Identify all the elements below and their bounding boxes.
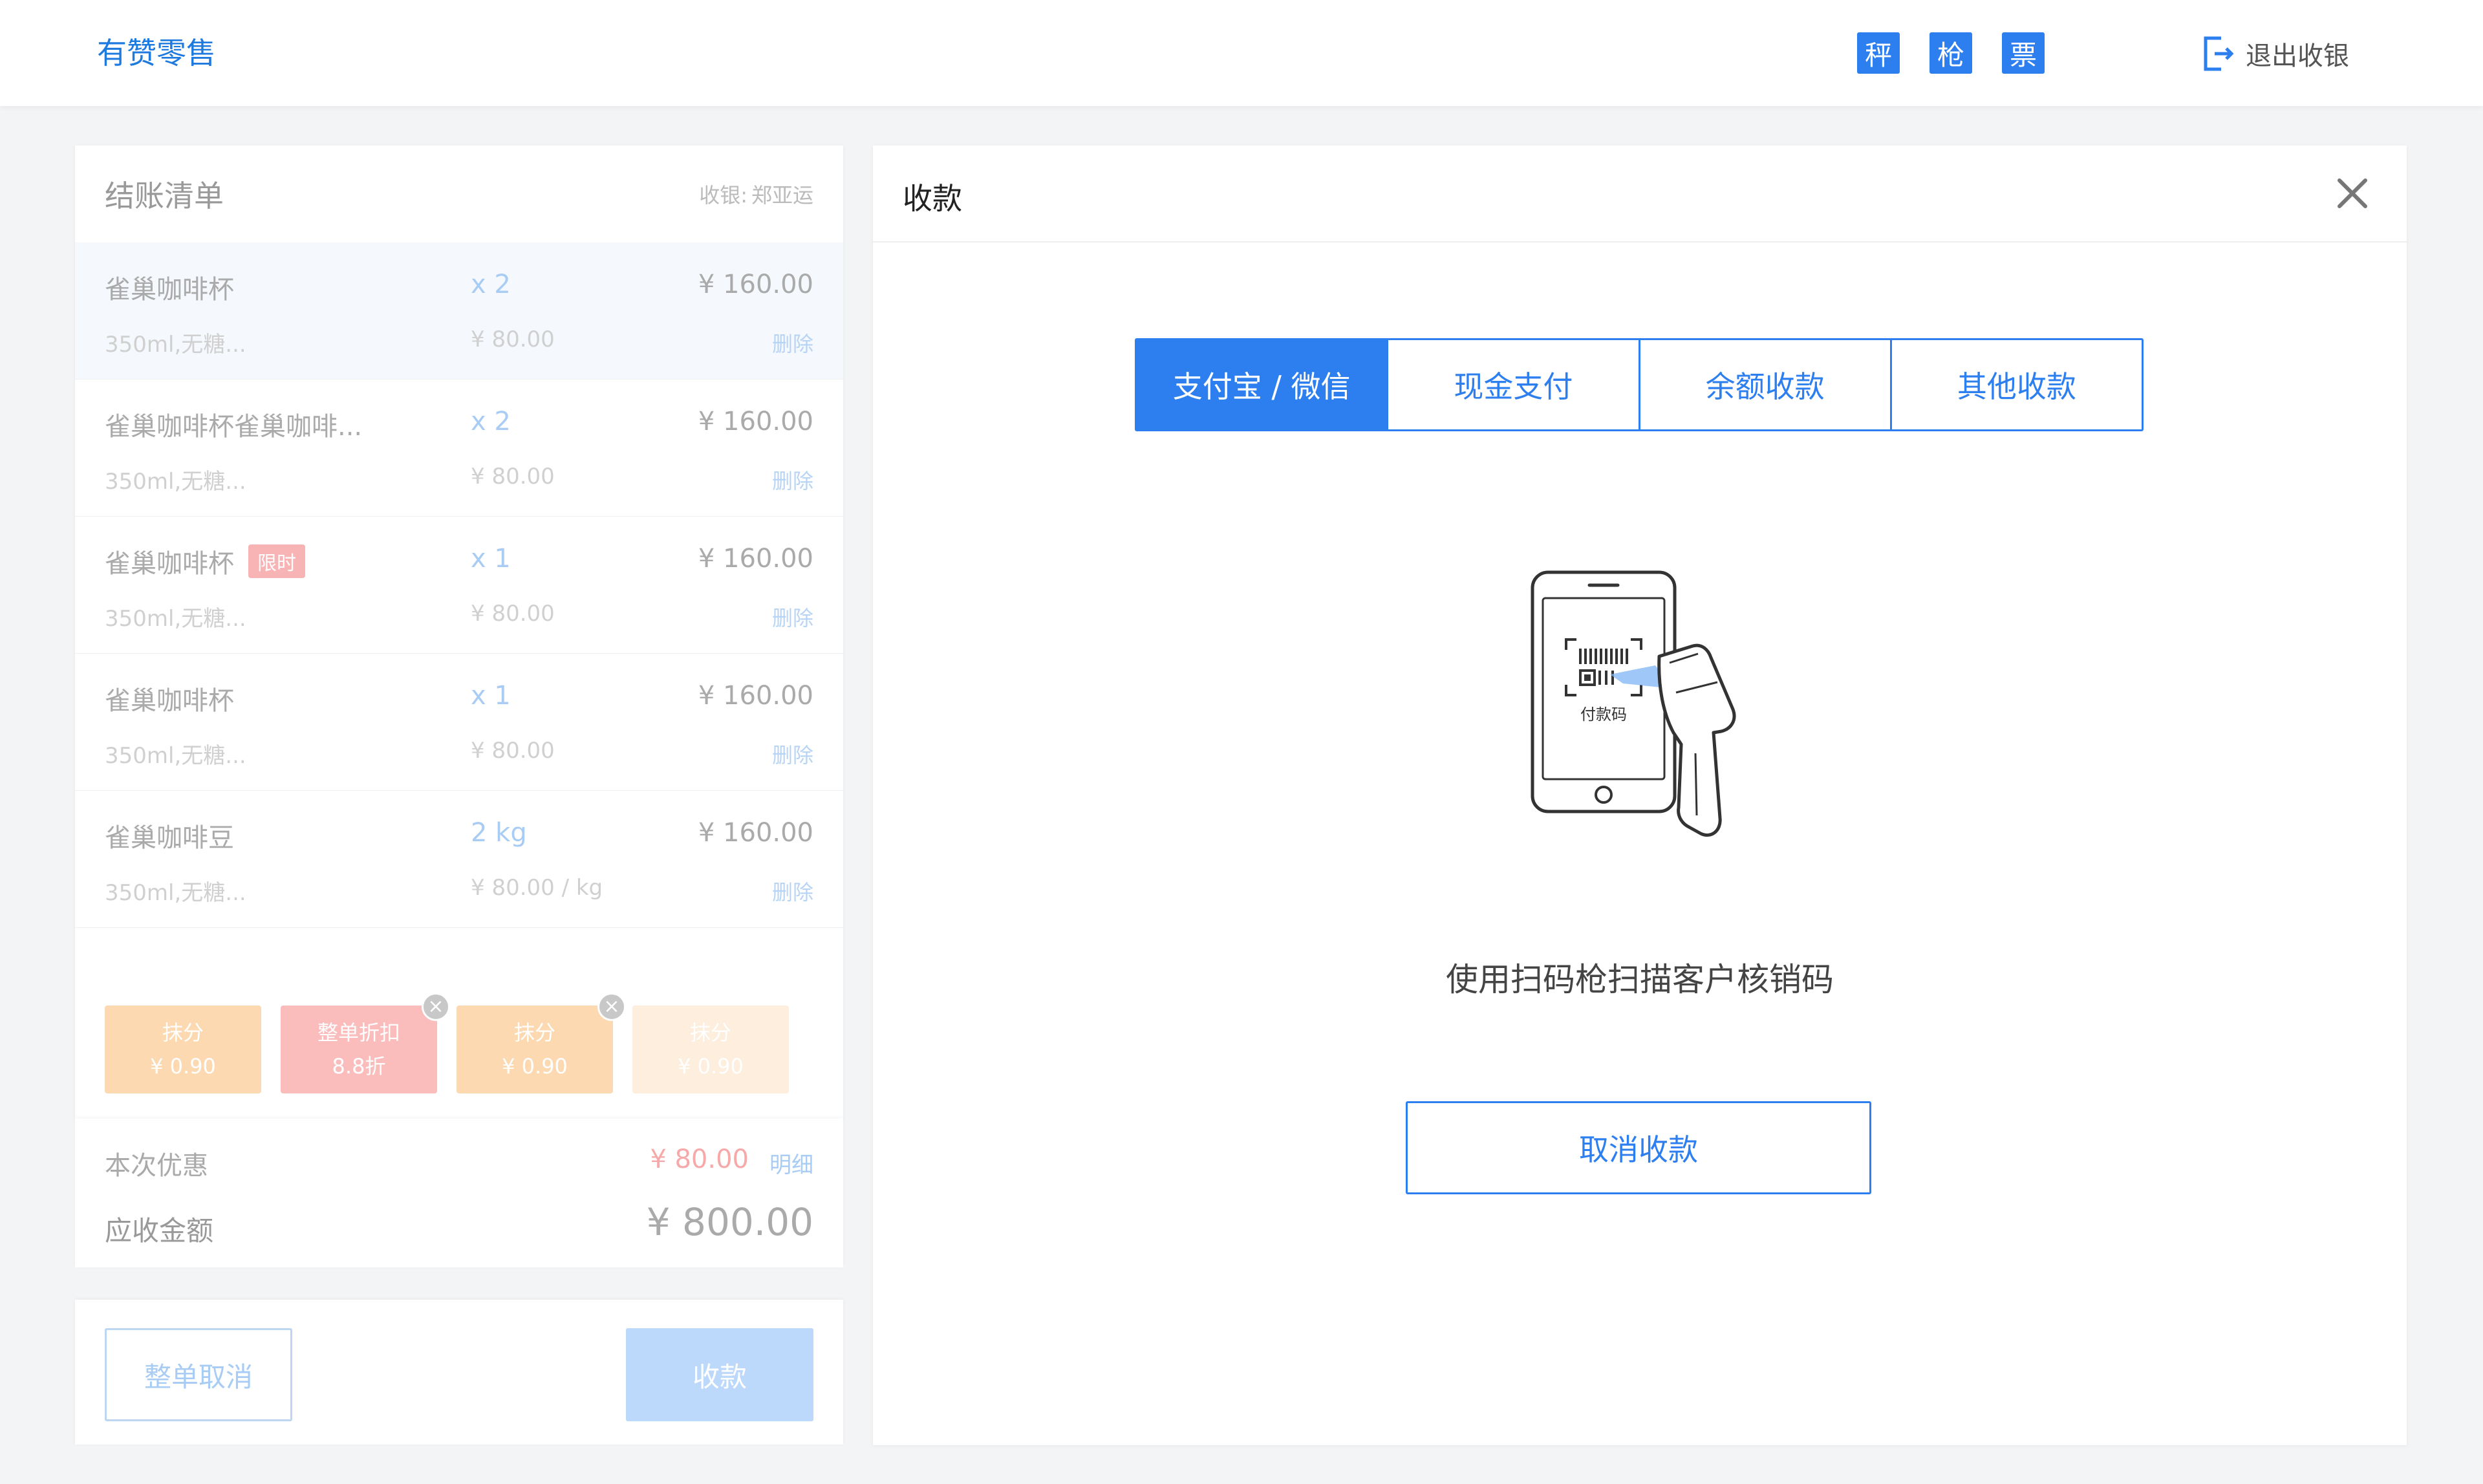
item-spec: 350ml,无糖... (105, 332, 246, 358)
discount-detail-link[interactable]: 明细 (769, 1147, 813, 1179)
cancel-payment-button[interactable]: 取消收款 (1406, 1101, 1871, 1194)
bill-item[interactable]: 雀巢咖啡豆 2 kg ¥ 160.00 350ml,无糖... ¥ 80.00 … (75, 791, 843, 928)
bill-item[interactable]: 雀巢咖啡杯 x 1 ¥ 160.00 350ml,无糖... ¥ 80.00 删… (75, 654, 843, 791)
item-quantity[interactable]: x 1 (471, 544, 511, 574)
printer-button[interactable]: 票 (2002, 32, 2045, 74)
discount-chip-label: 抹分 (513, 1020, 555, 1045)
item-delete-link[interactable]: 删除 (772, 739, 813, 769)
logout-label: 退出收银 (2246, 41, 2349, 71)
item-name-wrap: 雀巢咖啡杯 (105, 268, 234, 306)
item-unit-price: ¥ 80.00 (471, 327, 555, 352)
item-spec: 350ml,无糖... (105, 743, 246, 769)
item-name: 雀巢咖啡杯 (105, 275, 234, 305)
top-bar: 有赞零售 秤 枪 票 退出收银 (0, 0, 2483, 106)
discount-amount: ¥ 80.00 (650, 1145, 749, 1174)
item-delete-link[interactable]: 删除 (772, 876, 813, 906)
item-unit-price: ¥ 80.00 (471, 738, 555, 764)
payment-method-tabs: 支付宝 / 微信 现金支付 余额收款 其他收款 (1135, 338, 2144, 431)
item-total: ¥ 160.00 (698, 681, 813, 711)
payment-header: 收款 (873, 145, 2407, 242)
brand-logo-text: 有赞零售 (97, 36, 216, 70)
logout-button[interactable]: 退出收银 (2202, 31, 2349, 76)
receivable-amount: ¥ 800.00 (646, 1200, 813, 1244)
item-spec: 350ml,无糖... (105, 880, 246, 906)
scale-button[interactable]: 秤 (1857, 32, 1900, 74)
bill-header: 结账清单 收银: 郑亚运 (75, 145, 843, 242)
collect-payment-button[interactable]: 收款 (626, 1328, 813, 1421)
item-name: 雀巢咖啡杯 (105, 686, 234, 716)
item-spec: 350ml,无糖... (105, 469, 246, 495)
item-total: ¥ 160.00 (698, 270, 813, 299)
receivable-label: 应收金额 (105, 1215, 214, 1247)
item-delete-link[interactable]: 删除 (772, 602, 813, 632)
bill-item[interactable]: 雀巢咖啡杯 限时 x 1 ¥ 160.00 350ml,无糖... ¥ 80.0… (75, 517, 843, 654)
scan-illustration: 付款码 (1531, 570, 1736, 837)
discount-chip[interactable]: 抹分 ¥ 0.90 (105, 1005, 261, 1093)
item-quantity[interactable]: x 2 (471, 407, 511, 436)
item-total: ¥ 160.00 (698, 818, 813, 848)
discount-chip-label: 抹分 (689, 1020, 731, 1045)
discount-chip[interactable]: 整单折扣 8.8折 × (281, 993, 450, 1093)
discount-chip[interactable]: 抹分 ¥ 0.90 (632, 1005, 789, 1093)
cashier-info: 收银: 郑亚运 (699, 179, 813, 209)
discount-label: 本次优惠 (105, 1151, 208, 1181)
item-total: ¥ 160.00 (698, 544, 813, 574)
discount-chip-value: 8.8折 (332, 1054, 386, 1079)
tab-alipay-wechat[interactable]: 支付宝 / 微信 (1137, 340, 1389, 429)
payment-panel: 收款 支付宝 / 微信 现金支付 余额收款 其他收款 付款码 使用扫码枪扫描客户… (873, 145, 2407, 1445)
bill-summary: 本次优惠 ¥ 80.00 明细 应收金额 ¥ 800.00 (75, 1119, 843, 1267)
payment-title: 收款 (903, 181, 962, 216)
item-quantity[interactable]: x 1 (471, 681, 511, 711)
item-name: 雀巢咖啡杯雀巢咖啡... (105, 412, 363, 442)
scanner-button[interactable]: 枪 (1929, 32, 1972, 74)
item-quantity[interactable]: x 2 (471, 270, 511, 299)
close-icon[interactable] (2333, 174, 2372, 213)
item-unit-price: ¥ 80.00 (471, 464, 555, 489)
cashier-label: 收银: (699, 183, 747, 208)
bill-item[interactable]: 雀巢咖啡杯 x 2 ¥ 160.00 350ml,无糖... ¥ 80.00 删… (75, 242, 843, 380)
cashier-name: 郑亚运 (751, 183, 813, 208)
item-unit-price: ¥ 80.00 (471, 601, 555, 627)
tab-other[interactable]: 其他收款 (1891, 340, 2142, 429)
item-name-wrap: 雀巢咖啡杯 (105, 680, 234, 717)
tab-cash[interactable]: 现金支付 (1388, 340, 1640, 429)
tab-balance[interactable]: 余额收款 (1640, 340, 1892, 429)
item-delete-link[interactable]: 删除 (772, 465, 813, 495)
bill-panel: 结账清单 收银: 郑亚运 雀巢咖啡杯 x 2 ¥ 160.00 350ml,无糖.… (75, 145, 843, 1119)
item-name: 雀巢咖啡杯 (105, 549, 234, 579)
payment-code-label: 付款码 (1580, 705, 1627, 724)
logout-icon (2204, 36, 2234, 71)
discount-chip-value: ¥ 0.90 (150, 1054, 216, 1079)
item-name: 雀巢咖啡豆 (105, 823, 234, 853)
item-total: ¥ 160.00 (698, 407, 813, 436)
discount-chip-value: ¥ 0.90 (502, 1054, 568, 1079)
limited-time-badge: 限时 (248, 544, 305, 578)
item-spec: 350ml,无糖... (105, 606, 246, 632)
bill-item[interactable]: 雀巢咖啡杯雀巢咖啡... x 2 ¥ 160.00 350ml,无糖... ¥ … (75, 380, 843, 517)
discount-chip[interactable]: 抹分 ¥ 0.90 × (457, 993, 626, 1093)
remove-discount-icon[interactable]: × (597, 993, 626, 1021)
item-quantity[interactable]: 2 kg (471, 818, 527, 848)
discount-chip-label: 整单折扣 (317, 1020, 400, 1045)
item-unit-price: ¥ 80.00 / kg (471, 875, 603, 901)
bill-title: 结账清单 (105, 178, 224, 213)
remove-discount-icon[interactable]: × (422, 993, 450, 1021)
bill-footer: 整单取消 收款 (75, 1300, 843, 1445)
item-name-wrap: 雀巢咖啡杯 限时 (105, 543, 305, 580)
item-name-wrap: 雀巢咖啡杯雀巢咖啡... (105, 405, 362, 443)
item-delete-link[interactable]: 删除 (772, 328, 813, 358)
item-name-wrap: 雀巢咖啡豆 (105, 817, 234, 854)
scan-hint-text: 使用扫码枪扫描客户核销码 (1446, 961, 1834, 998)
phone-icon: 付款码 (1531, 570, 1677, 813)
discount-chip-value: ¥ 0.90 (678, 1054, 744, 1079)
discount-chip-label: 抹分 (162, 1020, 204, 1045)
cancel-order-button[interactable]: 整单取消 (105, 1328, 292, 1421)
